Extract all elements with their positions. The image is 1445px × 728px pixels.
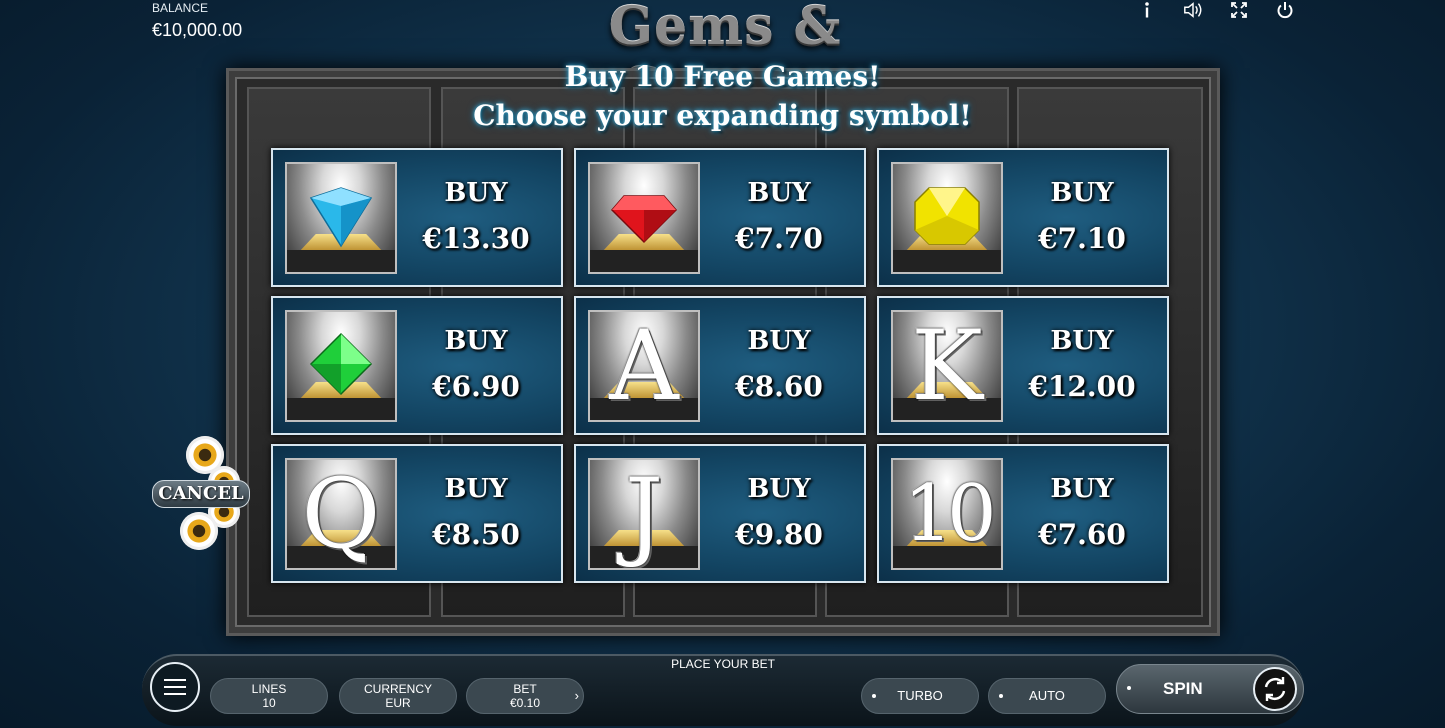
cancel-button[interactable]: CANCEL xyxy=(150,434,250,554)
jack-thumb: J xyxy=(588,458,700,570)
turbo-label: TURBO xyxy=(897,688,943,703)
buy-card-green-emerald[interactable]: BUY €6.90 xyxy=(271,296,563,435)
buy-label: BUY xyxy=(747,178,811,208)
buy-label: BUY xyxy=(747,326,811,356)
offer-title: Buy 10 Free Games! xyxy=(564,60,881,93)
buy-label: BUY xyxy=(444,326,508,356)
toggle-dot-icon xyxy=(872,694,876,698)
buy-price: €7.70 xyxy=(735,222,823,255)
buy-label: BUY xyxy=(1050,178,1114,208)
menu-button[interactable] xyxy=(150,662,200,712)
king-symbol: K xyxy=(911,310,983,422)
spin-button[interactable]: SPIN xyxy=(1116,664,1304,714)
buy-label: BUY xyxy=(1050,326,1114,356)
sound-icon[interactable] xyxy=(1183,0,1203,20)
queen-thumb: Q xyxy=(285,458,397,570)
buy-label: BUY xyxy=(444,474,508,504)
bet-value: €0.10 xyxy=(509,696,541,710)
ace-symbol: A xyxy=(609,310,679,422)
balance-label: BALANCE xyxy=(152,1,209,15)
hamburger-icon xyxy=(164,679,186,695)
buy-card-ten[interactable]: 10 BUY €7.60 xyxy=(877,444,1169,583)
yellow-topaz-thumb xyxy=(891,162,1003,274)
chevron-right-icon: › xyxy=(574,688,579,703)
auto-toggle[interactable]: AUTO xyxy=(988,678,1106,714)
red-ruby-thumb xyxy=(588,162,700,274)
ace-thumb: A xyxy=(588,310,700,422)
buy-label: BUY xyxy=(1050,474,1114,504)
buy-card-yellow-topaz[interactable]: BUY €7.10 xyxy=(877,148,1169,287)
offer-subtitle: Choose your expanding symbol! xyxy=(473,99,972,132)
buy-card-ace[interactable]: A BUY €8.60 xyxy=(574,296,866,435)
buy-card-blue-diamond[interactable]: BUY €13.30 xyxy=(271,148,563,287)
buy-card-king[interactable]: K BUY €12.00 xyxy=(877,296,1169,435)
bet-selector[interactable]: BET €0.10 › xyxy=(466,678,584,714)
currency-selector[interactable]: CURRENCY EUR xyxy=(339,678,457,714)
toggle-dot-icon xyxy=(999,694,1003,698)
balance-value: €10,000.00 xyxy=(152,20,243,40)
buy-price: €6.90 xyxy=(432,370,520,403)
buy-label: BUY xyxy=(747,474,811,504)
currency-value: EUR xyxy=(385,696,411,710)
fullscreen-icon[interactable] xyxy=(1229,0,1249,20)
auto-label: AUTO xyxy=(1029,688,1065,703)
info-icon[interactable] xyxy=(1137,0,1157,20)
buy-price: €9.80 xyxy=(735,518,823,551)
buy-card-red-ruby[interactable]: BUY €7.70 xyxy=(574,148,866,287)
ten-thumb: 10 xyxy=(891,458,1003,570)
spin-arrows-icon xyxy=(1253,667,1297,711)
gear-icon xyxy=(180,512,218,550)
buy-label: BUY xyxy=(444,178,508,208)
game-logo: Gems & Stones xyxy=(608,0,842,118)
ten-symbol: 10 xyxy=(903,469,996,559)
spin-label: SPIN xyxy=(1163,679,1203,698)
buy-card-jack[interactable]: J BUY €9.80 xyxy=(574,444,866,583)
lines-selector[interactable]: LINES 10 xyxy=(210,678,328,714)
lines-label: LINES xyxy=(251,682,287,696)
red-ruby-icon xyxy=(610,195,678,244)
queen-symbol: Q xyxy=(301,458,381,570)
bet-label: BET xyxy=(513,682,537,696)
buy-price: €8.60 xyxy=(735,370,823,403)
green-emerald-thumb xyxy=(285,310,397,422)
top-toolbar xyxy=(1137,0,1295,20)
cancel-label: CANCEL xyxy=(152,480,250,508)
blue-diamond-icon xyxy=(309,187,373,248)
blue-diamond-thumb xyxy=(285,162,397,274)
buy-price: €7.10 xyxy=(1038,222,1126,255)
buy-price: €7.60 xyxy=(1038,518,1126,551)
buy-price: €8.50 xyxy=(432,518,520,551)
lines-value: 10 xyxy=(262,696,276,710)
control-bar: PLACE YOUR BET LINES 10 CURRENCY EUR BET… xyxy=(142,654,1304,726)
buy-price: €13.30 xyxy=(422,222,530,255)
buy-card-queen[interactable]: Q BUY €8.50 xyxy=(271,444,563,583)
green-emerald-icon xyxy=(309,332,373,396)
jack-symbol: J xyxy=(624,458,664,570)
power-icon[interactable] xyxy=(1275,0,1295,20)
buy-price: €12.00 xyxy=(1028,370,1136,403)
king-thumb: K xyxy=(891,310,1003,422)
yellow-topaz-icon xyxy=(914,187,980,245)
currency-label: CURRENCY xyxy=(363,682,432,696)
toggle-dot-icon xyxy=(1127,686,1131,690)
turbo-toggle[interactable]: TURBO xyxy=(861,678,979,714)
